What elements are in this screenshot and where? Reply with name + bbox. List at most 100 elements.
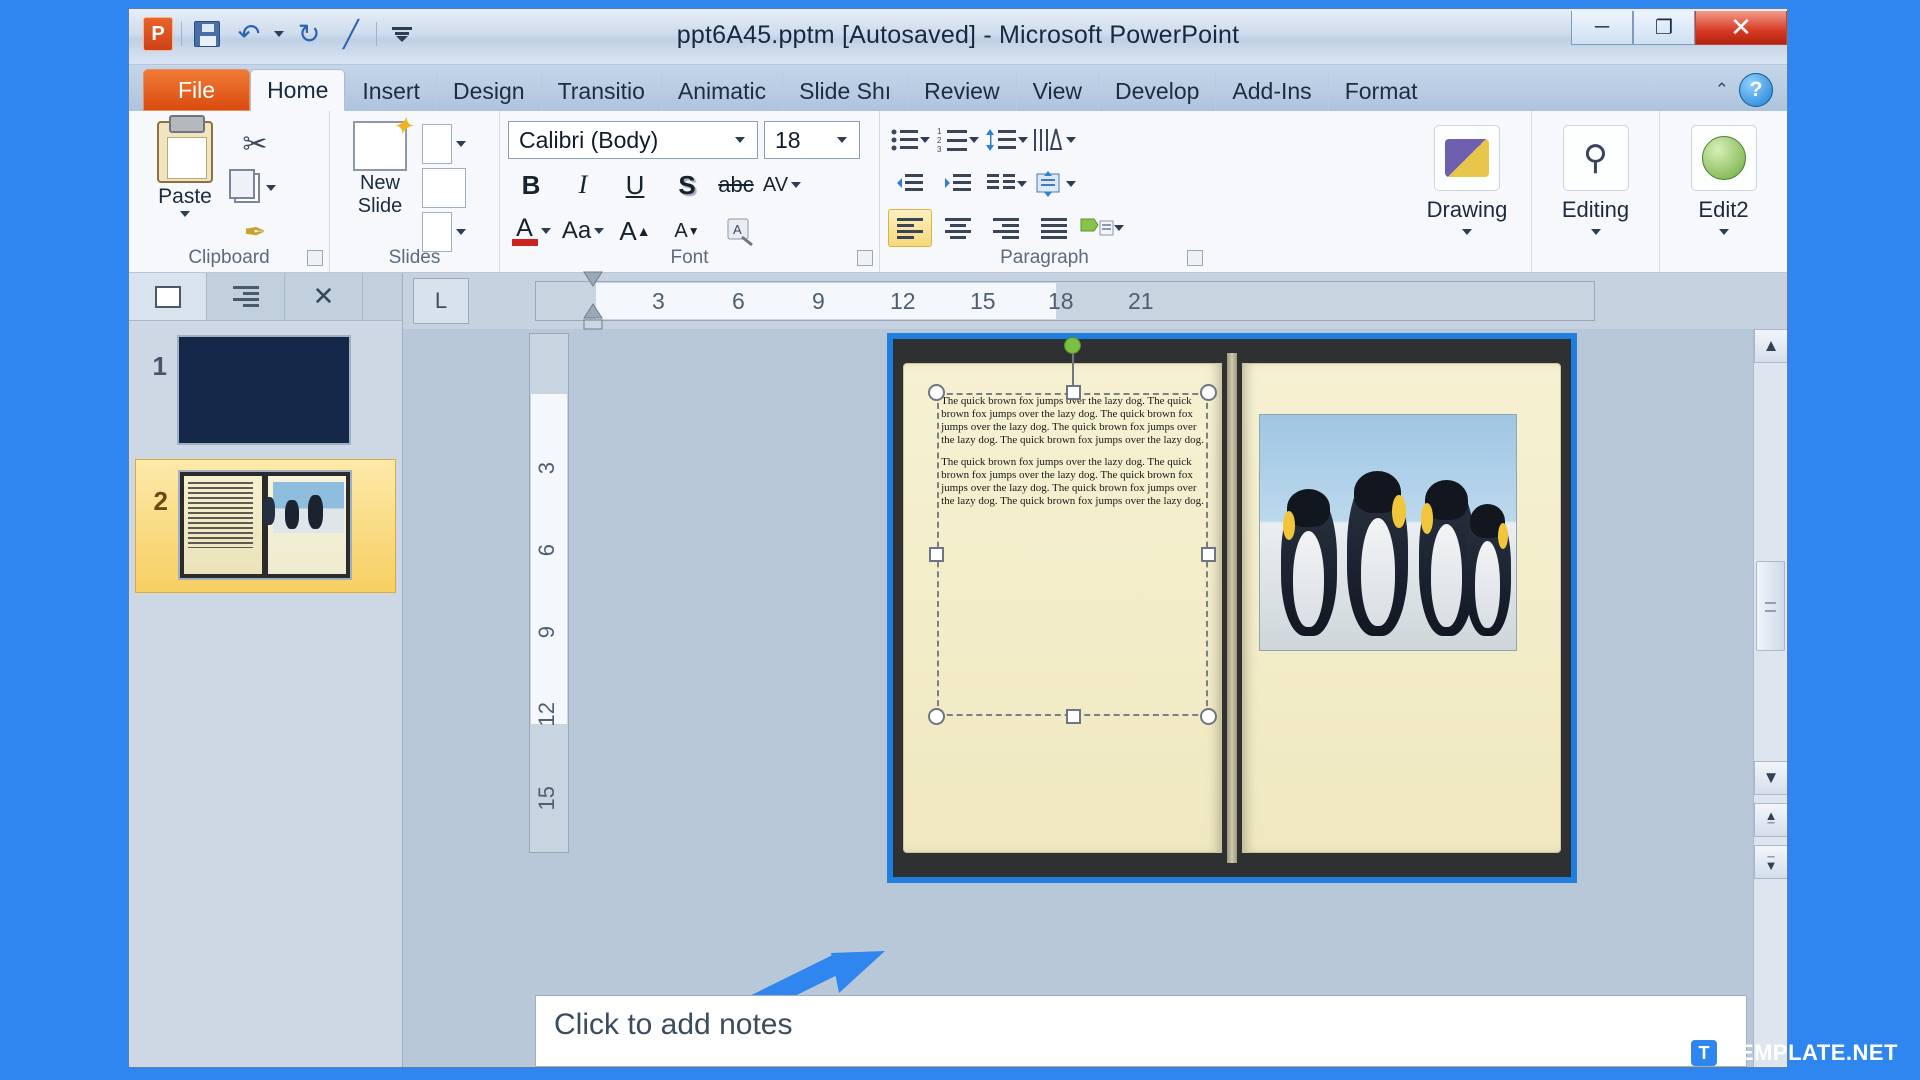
help-icon[interactable]: ? xyxy=(1739,73,1773,107)
resize-handle-middle-right[interactable] xyxy=(1201,547,1217,563)
ruler-tick-h-1: 3 xyxy=(652,288,665,314)
tab-slide-show[interactable]: Slide Shı xyxy=(782,71,907,111)
increase-indent-button[interactable] xyxy=(936,165,980,203)
slide-layout-icon[interactable] xyxy=(422,124,466,164)
new-slide-button[interactable]: ✦ New Slide xyxy=(338,111,422,217)
scrollbar-thumb[interactable] xyxy=(1756,561,1785,651)
font-dialog-launcher[interactable] xyxy=(857,250,873,266)
clipboard-dialog-launcher[interactable] xyxy=(307,250,323,266)
format-painter-icon[interactable]: ✒ xyxy=(233,213,277,251)
text-paragraph-1: The quick brown fox jumps over the lazy … xyxy=(941,394,1204,446)
text-box-selected[interactable]: The quick brown fox jumps over the lazy … xyxy=(928,336,1218,725)
slide-content: The quick brown fox jumps over the lazy … xyxy=(893,336,1571,877)
reset-slide-icon[interactable] xyxy=(422,168,466,208)
ruler-tick-h-7: 21 xyxy=(1128,288,1154,314)
convert-to-smartart-button[interactable] xyxy=(1080,209,1124,247)
font-size-combo[interactable]: 18 xyxy=(764,121,860,159)
copy-icon[interactable] xyxy=(229,169,277,207)
tab-insert[interactable]: Insert xyxy=(345,71,436,111)
edit2-button[interactable]: Edit2 xyxy=(1659,111,1787,272)
layout-corner-marker[interactable]: L xyxy=(413,278,469,324)
shrink-font-button[interactable]: A ▼ xyxy=(664,211,710,251)
scroll-down-button[interactable]: ▼ xyxy=(1754,761,1787,795)
notes-pane[interactable]: Click to add notes xyxy=(535,995,1747,1067)
resize-handle-bottom-left[interactable] xyxy=(928,707,946,725)
vertical-ruler[interactable]: 3 6 9 12 15 xyxy=(529,333,569,853)
tab-view[interactable]: View xyxy=(1015,71,1098,111)
collapse-ribbon-icon[interactable]: ⌃ xyxy=(1715,80,1729,100)
new-slide-icon: ✦ xyxy=(353,111,413,171)
slide-canvas[interactable]: The quick brown fox jumps over the lazy … xyxy=(887,333,1577,883)
font-name-combo[interactable]: Calibri (Body) xyxy=(508,121,758,159)
columns-button[interactable] xyxy=(984,165,1028,203)
watermark-text: TEMPLATE.NET xyxy=(1724,1040,1898,1065)
character-spacing-button[interactable]: AV xyxy=(762,165,802,205)
tab-add-ins[interactable]: Add-Ins xyxy=(1215,71,1327,111)
edit2-dropdown-icon[interactable] xyxy=(1718,229,1729,235)
previous-slide-button[interactable]: ▲ ─ xyxy=(1754,803,1787,837)
bold-button[interactable]: B xyxy=(508,165,554,205)
drawing-dropdown-icon[interactable] xyxy=(1462,229,1472,235)
align-text-button[interactable] xyxy=(1032,165,1076,203)
text-shadow-button[interactable]: S xyxy=(664,165,710,205)
paste-dropdown-icon[interactable] xyxy=(180,211,190,217)
tab-design[interactable]: Design xyxy=(435,71,541,111)
resize-handle-middle-left[interactable] xyxy=(929,547,945,563)
cut-icon[interactable]: ✂ xyxy=(233,125,277,163)
align-left-button[interactable] xyxy=(888,209,932,247)
align-center-button[interactable] xyxy=(936,209,980,247)
horizontal-ruler-bar[interactable]: 3 6 9 12 15 18 21 xyxy=(535,271,1595,330)
next-slide-button[interactable]: ─ ▼ xyxy=(1754,845,1787,879)
bullets-button[interactable] xyxy=(888,121,932,159)
editing-dropdown-icon[interactable] xyxy=(1590,229,1601,235)
numbering-button[interactable]: 123 xyxy=(936,121,980,159)
resize-handle-top-left[interactable] xyxy=(928,383,946,401)
minimize-button[interactable]: ─ xyxy=(1571,11,1633,45)
resize-handle-bottom-center[interactable] xyxy=(1065,708,1081,724)
tab-animations[interactable]: Animatic xyxy=(660,71,782,111)
clear-formatting-button[interactable]: A xyxy=(716,211,762,251)
align-right-button[interactable] xyxy=(984,209,1028,247)
resize-handle-top-right[interactable] xyxy=(1200,383,1218,401)
line-spacing-button[interactable] xyxy=(984,121,1028,159)
resize-handle-top-center[interactable] xyxy=(1065,384,1081,400)
new-slide-label-2: Slide xyxy=(357,195,403,217)
justify-button[interactable] xyxy=(1032,209,1076,247)
tab-developer[interactable]: Develop xyxy=(1098,71,1215,111)
scroll-up-button[interactable]: ▲ xyxy=(1754,329,1787,363)
close-button[interactable]: ✕ xyxy=(1695,11,1787,45)
grow-font-button[interactable]: A ▲ xyxy=(612,211,658,251)
tab-file[interactable]: File xyxy=(143,69,251,111)
slide-thumbnail-1[interactable]: 1 xyxy=(129,321,402,445)
maximize-button[interactable]: ❐ xyxy=(1633,11,1695,45)
ribbon-right-groups: Drawing ⚲ Editing Edit2 xyxy=(1403,111,1787,272)
font-color-button[interactable]: A xyxy=(508,211,554,251)
tab-slides-thumbnails[interactable] xyxy=(129,273,207,320)
text-direction-button[interactable] xyxy=(1032,121,1076,159)
close-pane-button[interactable]: ✕ xyxy=(285,273,363,320)
paste-button[interactable]: Paste xyxy=(137,115,233,217)
resize-handle-bottom-right[interactable] xyxy=(1200,707,1218,725)
underline-button[interactable]: U xyxy=(612,165,658,205)
drawing-button[interactable]: Drawing xyxy=(1403,111,1531,272)
paragraph-dialog-launcher[interactable] xyxy=(1187,250,1203,266)
section-icon[interactable] xyxy=(422,212,466,252)
italic-button[interactable]: I xyxy=(560,165,606,205)
decrease-indent-button[interactable] xyxy=(888,165,932,203)
tab-format[interactable]: Format xyxy=(1327,71,1434,111)
change-case-button[interactable]: Aa xyxy=(560,211,606,251)
strikethrough-button[interactable]: abc xyxy=(716,165,756,205)
slide-scrollbar[interactable]: ▲ ▼ ▲ ─ ─ ▼ xyxy=(1753,329,1787,1067)
slide-thumbnail-2[interactable]: 2 xyxy=(135,459,396,593)
horizontal-ruler[interactable]: L 3 6 9 12 15 18 21 xyxy=(403,271,1787,330)
tab-transitions[interactable]: Transitio xyxy=(540,71,661,111)
edit2-label: Edit2 xyxy=(1698,197,1749,222)
editing-button[interactable]: ⚲ Editing xyxy=(1531,111,1659,272)
tab-review[interactable]: Review xyxy=(907,71,1015,111)
tab-home[interactable]: Home xyxy=(250,69,346,111)
rotation-handle[interactable] xyxy=(1063,336,1081,354)
penguins-picture[interactable] xyxy=(1259,414,1517,652)
text-box-content[interactable]: The quick brown fox jumps over the lazy … xyxy=(941,395,1204,517)
tab-outline[interactable] xyxy=(207,273,285,320)
font-size-dropdown-icon xyxy=(837,137,847,143)
